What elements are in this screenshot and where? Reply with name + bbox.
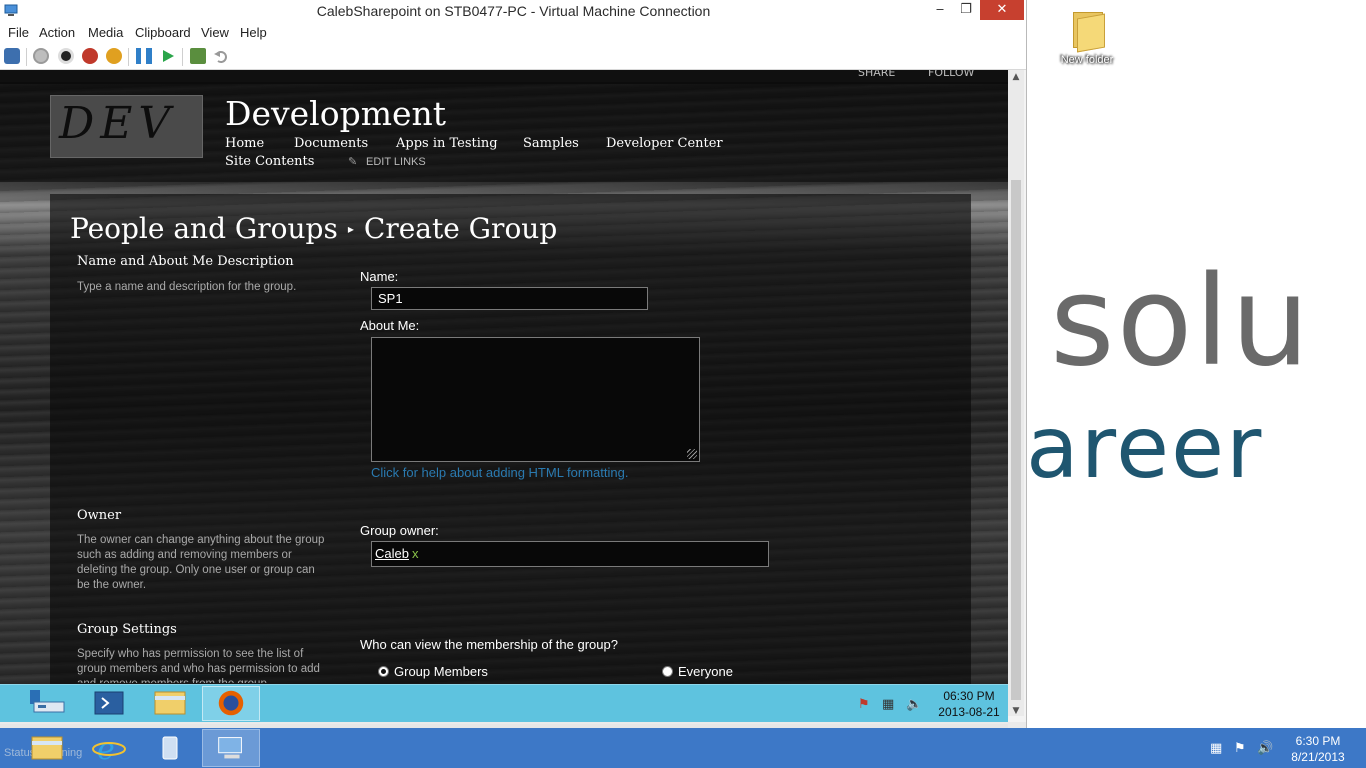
guest-clock-date: 2013-08-21 [938, 705, 1000, 719]
name-label: Name: [360, 269, 399, 284]
desktop-folder-label: New folder [1060, 54, 1114, 66]
share-link[interactable]: SHARE [858, 70, 895, 79]
guest-screen[interactable]: SHARE FOLLOW DEV Development Home Docume… [0, 70, 1008, 684]
page-title-breadcrumb: People and Groups ▸ Create Group [70, 212, 557, 245]
action-center-flag-icon[interactable]: ⚑ [858, 697, 870, 712]
checkpoint-icon[interactable] [190, 48, 206, 64]
host-clock-time: 6:30 PM [1295, 734, 1341, 748]
host-taskbar: Status: Running e ▦ ⚑ 🔊 6:30 PM 8/21/201… [0, 728, 1366, 768]
firefox-icon[interactable] [202, 686, 260, 721]
nav-developer-center[interactable]: Developer Center [606, 136, 723, 151]
resume-icon[interactable] [160, 48, 176, 64]
shut-down-icon[interactable] [82, 48, 98, 64]
menu-file[interactable]: File [8, 25, 29, 40]
save-state-icon[interactable] [106, 48, 122, 64]
folder-icon [1067, 6, 1107, 53]
menu-bar: File Action Media Clipboard View Help [0, 22, 1026, 44]
about-me-textarea[interactable] [371, 337, 700, 462]
host-app-icon[interactable] [141, 729, 199, 767]
guest-clock-time: 06:30 PM [943, 689, 995, 703]
vm-connection-taskbar-icon[interactable] [202, 729, 260, 767]
group-owner-label: Group owner: [360, 523, 439, 538]
remove-owner-icon[interactable]: x [412, 546, 419, 561]
ctrl-alt-del-icon[interactable] [4, 48, 20, 64]
guest-taskbar: ⚑ ▦ 🔈 06:30 PM 2013-08-21 [0, 684, 1008, 722]
group-name-input[interactable]: SP1 [371, 287, 648, 310]
nav-home[interactable]: Home [225, 136, 264, 151]
follow-link[interactable]: FOLLOW [928, 70, 974, 79]
edit-links-button[interactable]: ✎ EDIT LINKS [348, 155, 426, 168]
menu-help[interactable]: Help [240, 25, 267, 40]
nav-documents[interactable]: Documents [294, 136, 368, 151]
group-settings-section-description: Specify who has permission to see the li… [77, 648, 320, 683]
menu-clipboard[interactable]: Clipboard [135, 25, 191, 40]
radio-selected-icon [378, 666, 389, 677]
resize-grip-icon[interactable] [687, 449, 697, 459]
scroll-down-icon[interactable]: ▼ [1008, 706, 1024, 716]
about-me-label: About Me: [360, 318, 420, 333]
svg-text:e: e [97, 732, 115, 767]
host-clock-date: 8/21/2013 [1291, 750, 1345, 764]
revert-icon[interactable] [213, 48, 229, 64]
radio-group-members-label: Group Members [394, 664, 488, 679]
pause-icon[interactable] [136, 48, 152, 64]
vm-vertical-scrollbar[interactable]: ▲ ▼ [1008, 70, 1024, 716]
radio-everyone[interactable]: Everyone [662, 664, 733, 679]
host-volume-icon[interactable]: 🔊 [1257, 741, 1273, 756]
html-formatting-help-link[interactable]: Click for help about adding HTML formatt… [371, 465, 628, 480]
pencil-icon: ✎ [348, 156, 358, 168]
vm-connection-window: CalebSharepoint on STB0477-PC - Virtual … [0, 0, 1027, 728]
guest-clock[interactable]: 06:30 PM 2013-08-21 [930, 688, 1008, 720]
host-network-icon[interactable]: ▦ [1210, 741, 1222, 756]
nav-samples[interactable]: Samples [523, 136, 579, 151]
scroll-up-icon[interactable]: ▲ [1008, 72, 1024, 82]
maximize-button[interactable]: ❐ [952, 0, 980, 20]
menu-view[interactable]: View [201, 25, 229, 40]
scroll-thumb[interactable] [1011, 180, 1021, 700]
owner-person-token[interactable]: Caleb [375, 546, 409, 561]
owner-section-description: The owner can change anything about the … [77, 534, 325, 591]
site-header: DEV Development Home Documents Apps in T… [0, 82, 1008, 182]
breadcrumb-create-group: Create Group [363, 212, 558, 245]
nav-apps-in-testing[interactable]: Apps in Testing [396, 136, 498, 151]
group-settings-section-title: Group Settings [77, 622, 177, 637]
name-about-section-title: Name and About Me Description [77, 254, 294, 269]
internet-explorer-icon[interactable]: e [80, 729, 138, 767]
turn-off-icon[interactable] [58, 48, 74, 64]
name-about-section-description: Type a name and description for the grou… [77, 281, 297, 293]
owner-section-title: Owner [77, 508, 122, 523]
menu-media[interactable]: Media [88, 25, 123, 40]
site-logo[interactable]: DEV [50, 95, 203, 158]
breadcrumb-people-and-groups[interactable]: People and Groups [70, 212, 338, 245]
wallpaper-text-2: areer [1026, 398, 1264, 498]
menu-action[interactable]: Action [39, 25, 75, 40]
server-manager-icon[interactable] [18, 686, 76, 721]
wallpaper-text-1: solu [1050, 250, 1312, 394]
host-flag-icon[interactable]: ⚑ [1234, 741, 1246, 756]
volume-muted-icon[interactable]: 🔈 [906, 697, 922, 712]
host-clock[interactable]: 6:30 PM 8/21/2013 [1276, 733, 1360, 765]
minimize-button[interactable]: ‒ [926, 0, 954, 20]
file-explorer-icon[interactable] [141, 686, 199, 721]
nav-site-contents[interactable]: Site Contents [225, 154, 314, 169]
window-title: CalebSharepoint on STB0477-PC - Virtual … [316, 3, 711, 19]
breadcrumb-arrow-icon: ▸ [347, 222, 354, 236]
radio-everyone-label: Everyone [678, 664, 733, 679]
vm-toolbar [0, 44, 1026, 70]
edit-links-label: EDIT LINKS [366, 156, 426, 168]
create-group-form: People and Groups ▸ Create Group Name and … [50, 194, 971, 684]
network-icon[interactable]: ▦ [882, 697, 894, 712]
title-bar[interactable]: CalebSharepoint on STB0477-PC - Virtual … [0, 0, 1026, 22]
membership-visibility-question: Who can view the membership of the group… [360, 637, 618, 652]
close-button[interactable]: ✕ [980, 0, 1024, 20]
group-owner-picker[interactable]: Caleb x [371, 541, 769, 567]
host-file-explorer-icon[interactable] [18, 729, 76, 767]
desktop-folder-shortcut[interactable]: New folder [1056, 6, 1118, 66]
radio-unselected-icon [662, 666, 673, 677]
start-icon[interactable] [33, 48, 49, 64]
radio-group-members[interactable]: Group Members [378, 664, 488, 679]
site-logo-text: DEV [59, 98, 177, 149]
site-title[interactable]: Development [225, 94, 446, 133]
powershell-icon[interactable] [80, 686, 138, 721]
